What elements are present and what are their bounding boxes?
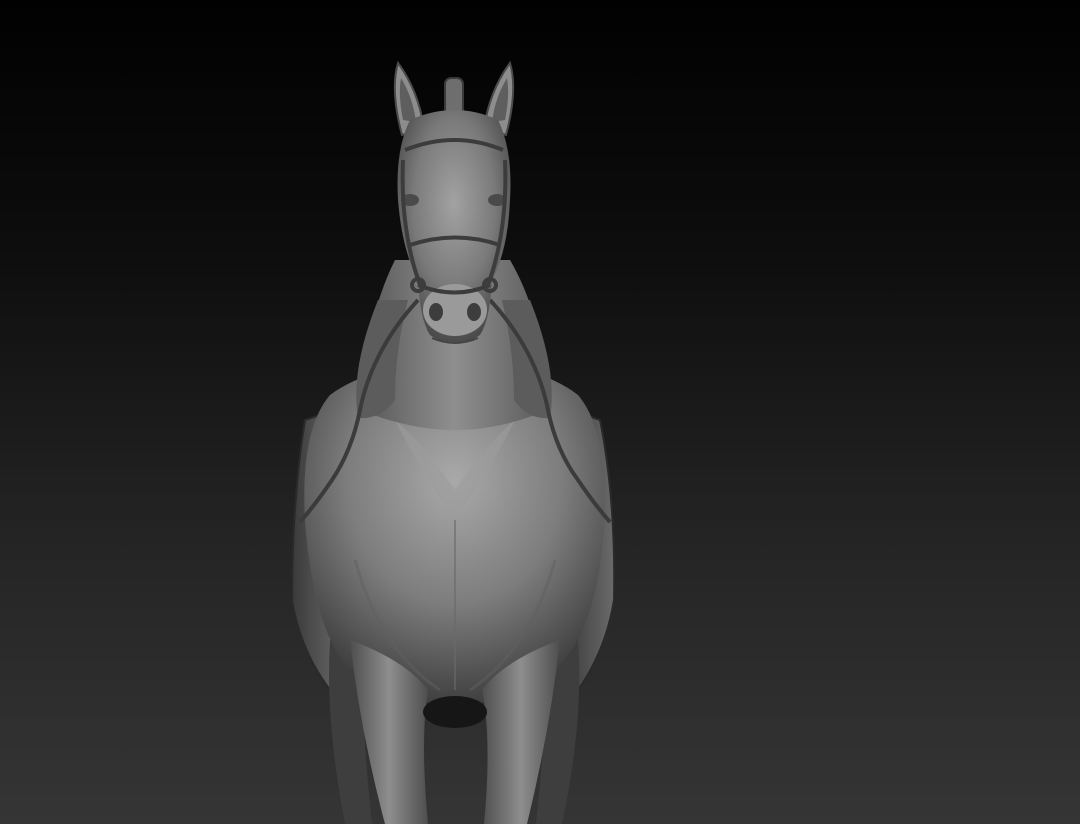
horse-sculpt — [290, 60, 616, 824]
belly-shadow — [423, 696, 487, 728]
nostril-left — [429, 303, 443, 321]
sculpt-viewport[interactable] — [0, 0, 1080, 824]
nostril-right — [467, 303, 481, 321]
